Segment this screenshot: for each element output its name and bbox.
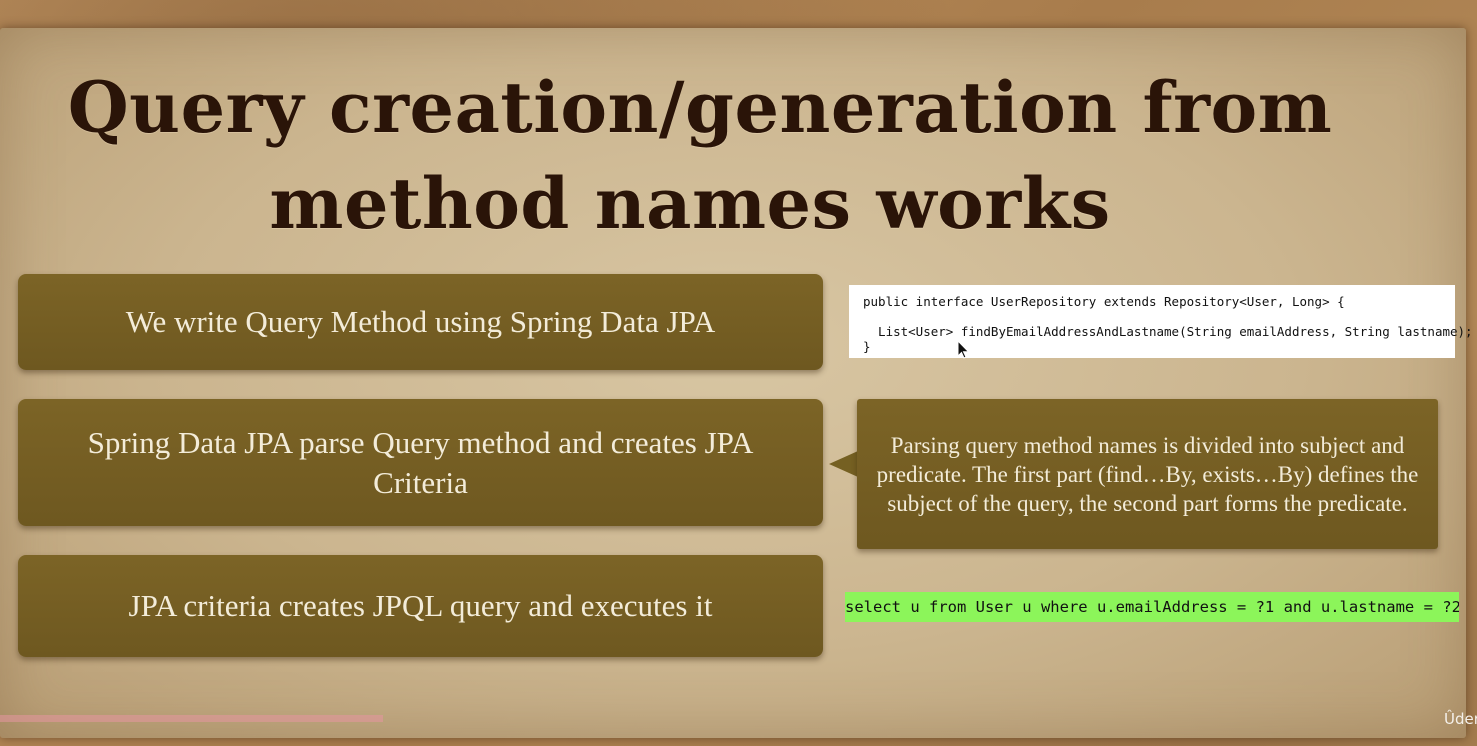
callout-text: Parsing query method names is divided in… — [876, 432, 1419, 516]
sql-query-text: select u from User u where u.emailAddres… — [845, 598, 1459, 616]
step-text-2: Spring Data JPA parse Query method and c… — [87, 424, 754, 500]
code-line-4: } — [863, 339, 871, 354]
video-progress-bar[interactable] — [0, 715, 383, 722]
step-box-1: We write Query Method using Spring Data … — [18, 274, 823, 370]
code-line-3: List<User> findByEmailAddressAndLastname… — [863, 324, 1473, 339]
sql-query-highlight: select u from User u where u.emailAddres… — [845, 592, 1459, 622]
callout-pointer — [829, 451, 858, 477]
slide-title-line1: Query creation/generation from — [67, 66, 1333, 149]
parsing-callout: Parsing query method names is divided in… — [857, 399, 1438, 549]
mouse-cursor-icon — [957, 340, 970, 359]
step-box-2: Spring Data JPA parse Query method and c… — [18, 399, 823, 526]
slide-title: Query creation/generation from method na… — [0, 60, 1380, 252]
step-text-1: We write Query Method using Spring Data … — [125, 304, 716, 339]
code-snippet: public interface UserRepository extends … — [849, 285, 1473, 358]
step-box-3: JPA criteria creates JPQL query and exec… — [18, 555, 823, 657]
step-text-3: JPA criteria creates JPQL query and exec… — [128, 588, 713, 623]
code-line-1: public interface UserRepository extends … — [863, 294, 1345, 309]
slide-title-line2: method names works — [269, 162, 1111, 245]
udemy-watermark: Ûder — [1444, 710, 1477, 728]
